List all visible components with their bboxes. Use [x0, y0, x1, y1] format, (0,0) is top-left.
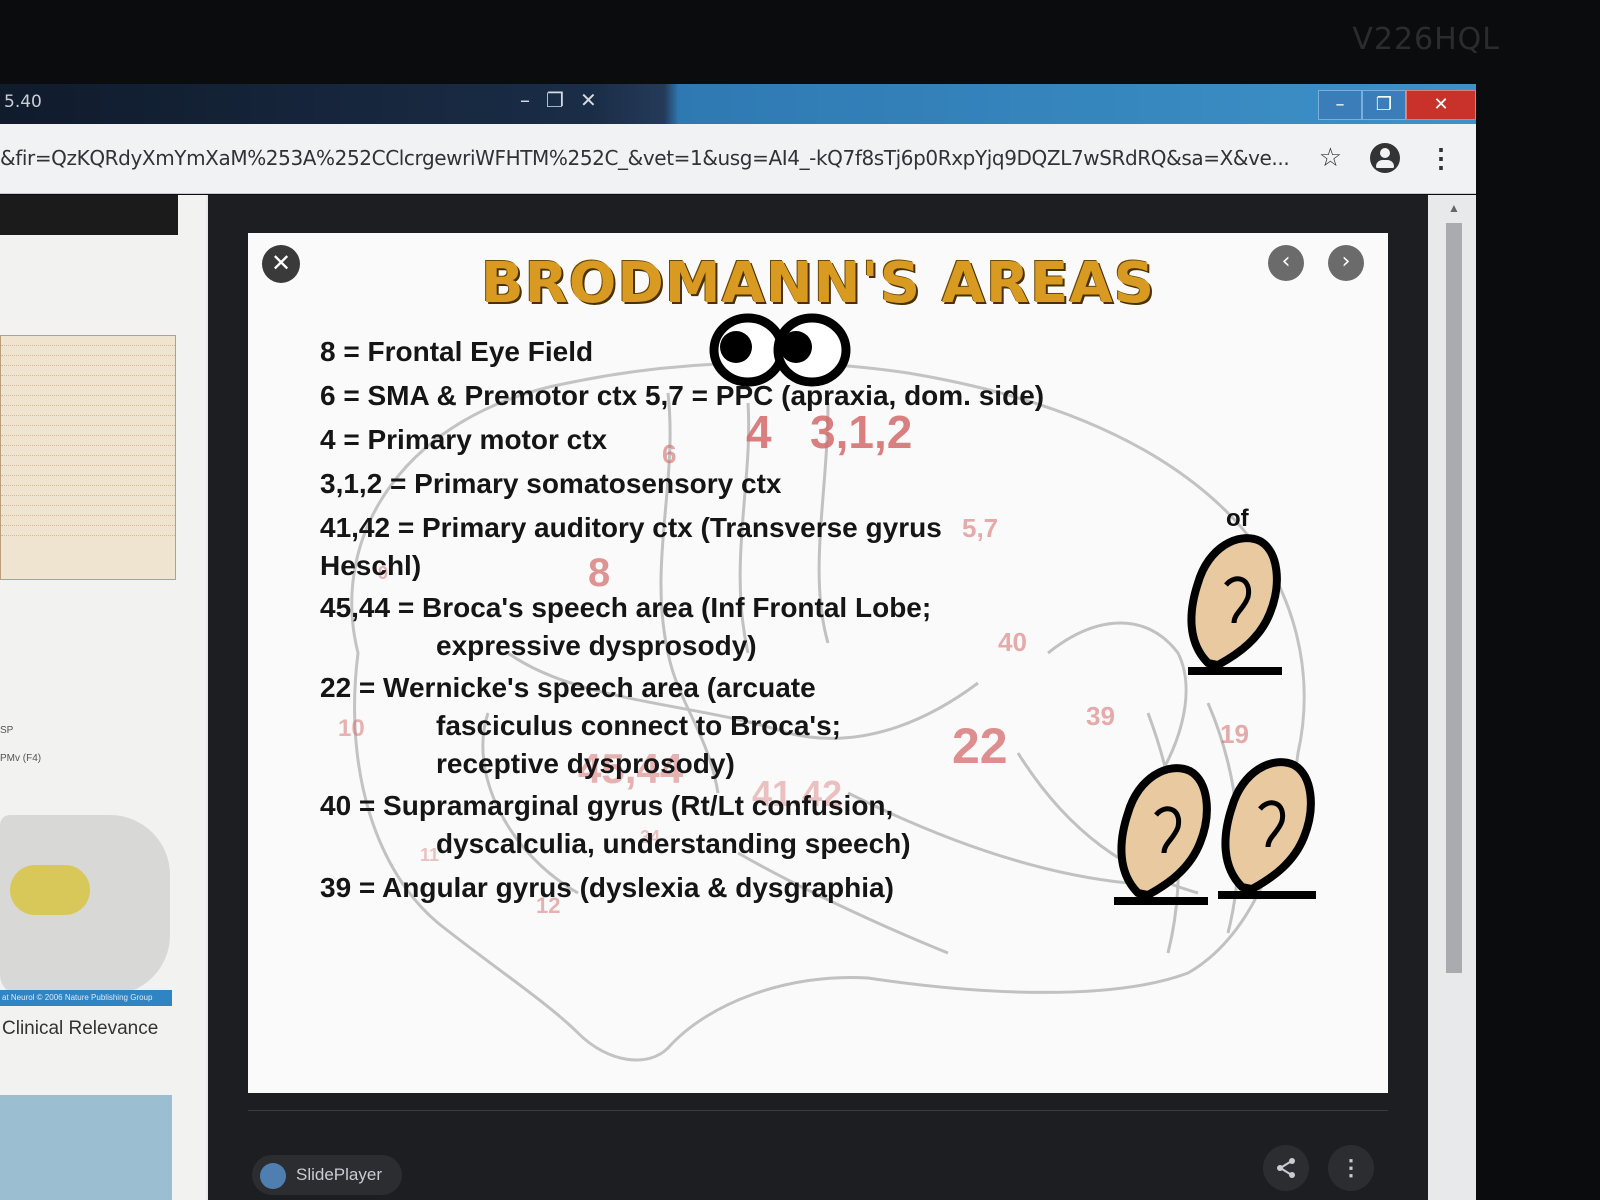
window-close-button[interactable]: ✕: [1406, 90, 1476, 120]
left-thumbnail-caption: at Neurol © 2006 Nature Publishing Group: [0, 990, 172, 1006]
area-22-line: 22 = Wernicke's speech area (arcuate: [320, 672, 816, 703]
scroll-up-icon[interactable]: ▲: [1448, 201, 1460, 215]
area-4544-line: 45,44 = Broca's speech area (Inf Frontal…: [320, 592, 932, 623]
area-312-line: 3,1,2 = Primary somatosensory ctx: [320, 468, 782, 499]
slideplayer-logo[interactable]: SlidePlayer: [252, 1155, 402, 1195]
area-6-line: 6 = SMA & Premotor ctx 5,7 = PPC (apraxi…: [320, 380, 1045, 411]
brodmann-area-list: 8 = Frontal Eye Field 6 = SMA & Premotor…: [320, 333, 1120, 907]
area-8-line: 8 = Frontal Eye Field: [320, 336, 594, 367]
close-viewer-button[interactable]: ✕: [262, 245, 300, 283]
window-title: 5.40: [4, 92, 42, 112]
ear-icon-left: [1114, 764, 1211, 905]
page-content: SP PMv (F4) at Neurol © 2006 Nature Publ…: [0, 195, 1476, 1200]
share-glyph-icon: [1277, 1158, 1295, 1178]
previous-image-button[interactable]: ‹: [1268, 245, 1304, 281]
window-maximize-button[interactable]: ❐: [1362, 90, 1406, 120]
left-thumbnail-brain[interactable]: [0, 815, 170, 995]
slide-title: BRODMANN'S AREAS: [480, 251, 1156, 316]
left-label-sp: SP: [0, 725, 14, 736]
slide: 4 3,1,2 6 8 9 5,7 40 39 19 22 10 45,44 4…: [248, 233, 1388, 1093]
window-minimize-button[interactable]: –: [1318, 90, 1362, 120]
area-39-line: 39 = Angular gyrus (dyslexia & dysgraphi…: [320, 872, 894, 903]
left-thumbnail-table[interactable]: [0, 335, 176, 580]
area-4142-line: 41,42 = Primary auditory ctx (Transverse…: [320, 512, 942, 543]
scrollbar-thumb[interactable]: [1446, 223, 1462, 973]
left-thumbnail-bottom[interactable]: [0, 1095, 172, 1200]
inner-minimize-button[interactable]: –: [520, 88, 530, 112]
area-40-line-cont: dyscalculia, understanding speech): [436, 828, 911, 859]
bookmark-star-icon[interactable]: ☆: [1319, 142, 1342, 173]
browser-menu-icon[interactable]: ⋮: [1428, 145, 1454, 171]
url-field[interactable]: &fir=QzKQRdyXmYmXaM%253A%252CClcrgewriWF…: [0, 146, 1300, 170]
area-22-line-cont1: fasciculus connect to Broca's;: [436, 710, 841, 741]
address-bar-icons: ☆ ⋮: [1319, 142, 1454, 173]
ear-icon-right: [1218, 758, 1316, 899]
area-22-line-cont2: receptive dysprosody): [436, 748, 735, 779]
more-options-icon[interactable]: ⋮: [1328, 1145, 1374, 1191]
left-label-pmv: PMv (F4): [0, 753, 42, 764]
share-icon[interactable]: [1263, 1145, 1309, 1191]
inner-restore-button[interactable]: ❐: [546, 88, 564, 112]
address-bar: &fir=QzKQRdyXmYmXaM%253A%252CClcrgewriWF…: [0, 124, 1476, 194]
area-4544-line-cont: expressive dysprosody): [436, 630, 757, 661]
page-scrollbar[interactable]: ▲: [1428, 195, 1476, 1200]
image-viewer: 4 3,1,2 6 8 9 5,7 40 39 19 22 10 45,44 4…: [208, 195, 1428, 1200]
next-image-button[interactable]: ›: [1328, 245, 1364, 281]
left-result-title[interactable]: Clinical Relevance: [2, 1018, 158, 1040]
area-4-line: 4 = Primary motor ctx: [320, 424, 608, 455]
area-4142-line-cont: Heschl): [320, 550, 422, 581]
account-icon[interactable]: [1370, 142, 1400, 173]
brain-label-19: 19: [1220, 719, 1249, 749]
window-controls: – ❐ ✕: [1318, 90, 1476, 120]
left-thumbnail-top[interactable]: [0, 195, 178, 235]
inner-window-controls: – ❐ ✕: [520, 88, 597, 112]
viewer-divider: [248, 1110, 1388, 1111]
window-titlebar: 5.40 – ❐ ✕ – ❐ ✕: [0, 84, 1476, 124]
area-40-line: 40 = Supramarginal gyrus (Rt/Lt confusio…: [320, 790, 894, 821]
left-results-panel: SP PMv (F4) at Neurol © 2006 Nature Publ…: [0, 195, 206, 1200]
monitor-brand: V226HQL: [1352, 22, 1500, 57]
ear-icon: [1187, 534, 1282, 675]
inner-close-button[interactable]: ✕: [580, 88, 597, 112]
